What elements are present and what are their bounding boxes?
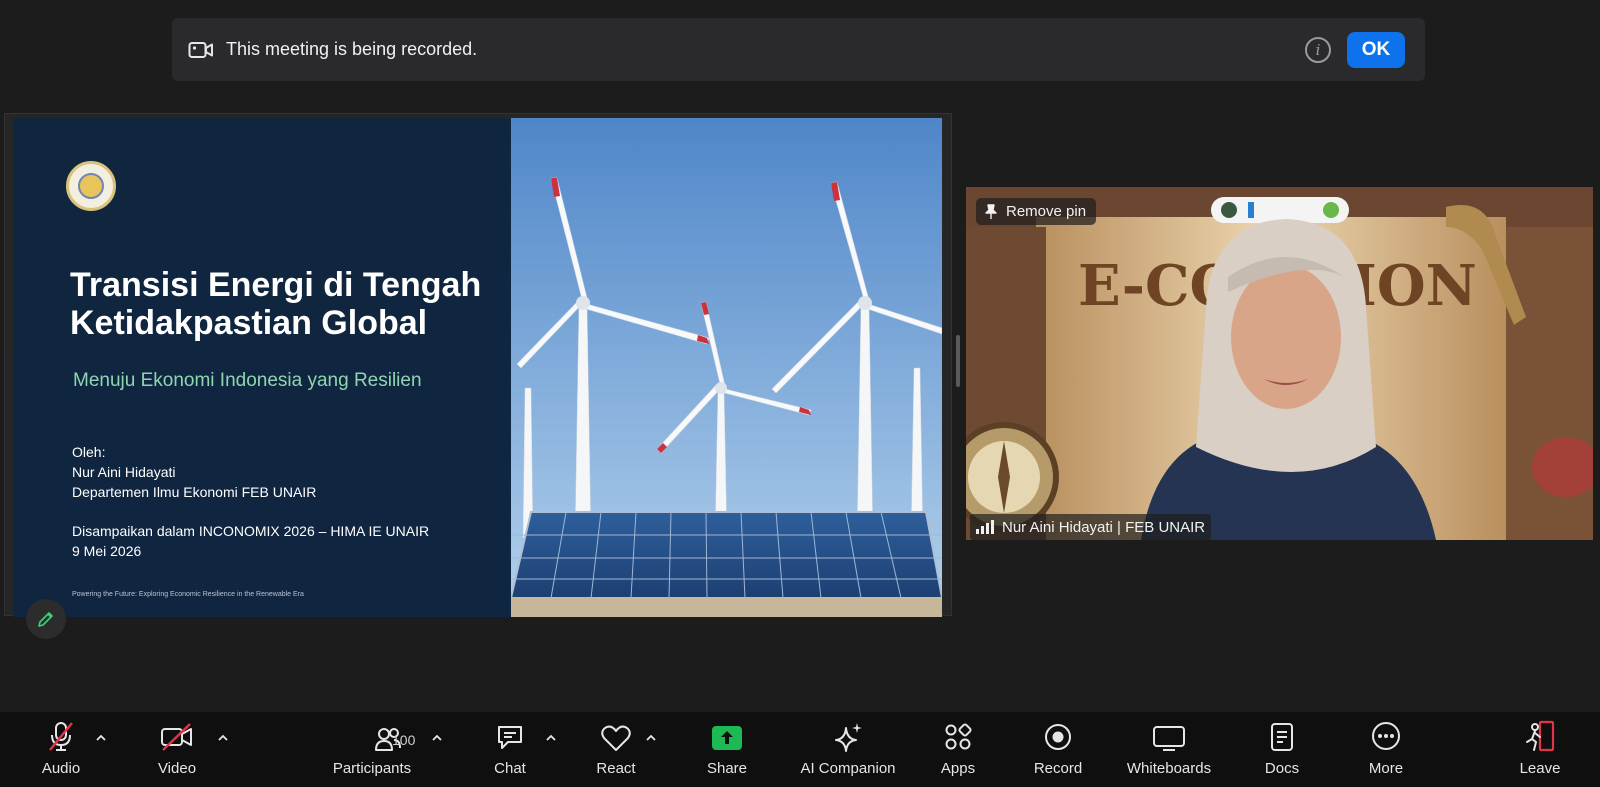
signal-strength-icon bbox=[976, 520, 994, 534]
record-label: Record bbox=[1033, 760, 1083, 777]
more-dots-icon bbox=[1372, 722, 1400, 750]
slide-title: Transisi Energi di Tengah Ketidakpastian… bbox=[70, 266, 482, 342]
whiteboards-label: Whiteboards bbox=[1126, 760, 1212, 777]
recording-camera-icon bbox=[188, 41, 213, 58]
whiteboard-icon bbox=[1153, 726, 1185, 751]
annotate-pen-button[interactable] bbox=[26, 599, 66, 639]
whiteboards-button[interactable]: Whiteboards bbox=[1124, 712, 1214, 787]
meeting-toolbar: Audio Video Participants 100 Chat React … bbox=[0, 712, 1600, 787]
participant-video-feed: E-CON TION bbox=[966, 187, 1593, 540]
ai-companion-button[interactable]: AI Companion bbox=[798, 712, 898, 787]
video-label: Video bbox=[157, 760, 197, 777]
presentation-slide: Transisi Energi di Tengah Ketidakpastian… bbox=[13, 118, 942, 617]
chat-button[interactable]: Chat bbox=[488, 712, 532, 787]
slide-body: Oleh: Nur Aini Hidayati Departemen Ilmu … bbox=[72, 442, 429, 561]
react-options-chevron-up-icon[interactable] bbox=[644, 731, 658, 745]
slide-text-panel: Transisi Energi di Tengah Ketidakpastian… bbox=[13, 118, 509, 617]
react-button[interactable]: React bbox=[590, 712, 642, 787]
panel-resize-handle[interactable] bbox=[956, 335, 960, 387]
event-line: Disampaikan dalam INCONOMIX 2026 – HIMA … bbox=[72, 523, 430, 539]
participant-video-tile[interactable]: E-CON TION Remove pin Nur Aini Hidayati … bbox=[966, 187, 1593, 540]
audio-options-chevron-up-icon[interactable] bbox=[94, 731, 108, 745]
microphone-muted-icon bbox=[49, 722, 73, 751]
video-camera-off-icon bbox=[161, 723, 192, 751]
apps-button[interactable]: Apps bbox=[938, 712, 978, 787]
recording-message: This meeting is being recorded. bbox=[226, 39, 478, 59]
participants-button[interactable]: Participants bbox=[326, 712, 418, 787]
audio-label: Audio bbox=[41, 760, 81, 777]
chat-label: Chat bbox=[494, 760, 526, 777]
more-button[interactable]: More bbox=[1366, 712, 1406, 787]
slide-footer: Powering the Future: Exploring Economic … bbox=[72, 591, 304, 598]
pencil-icon bbox=[38, 612, 53, 627]
remove-pin-button[interactable]: Remove pin bbox=[976, 198, 1097, 225]
video-button[interactable]: Video bbox=[150, 712, 204, 787]
share-label: Share bbox=[706, 760, 748, 777]
ai-sparkle-icon bbox=[835, 723, 862, 752]
video-options-chevron-up-icon[interactable] bbox=[216, 731, 230, 745]
more-label: More bbox=[1368, 760, 1404, 777]
by-label: Oleh: bbox=[72, 444, 106, 460]
slide-subtitle: Menuju Ekonomi Indonesia yang Resilien bbox=[73, 370, 422, 391]
university-logo bbox=[66, 161, 116, 211]
apps-grid-icon bbox=[945, 723, 972, 750]
department: Departemen Ilmu Ekonomi FEB UNAIR bbox=[72, 484, 317, 500]
record-button[interactable]: Record bbox=[1032, 712, 1084, 787]
zoom-meeting-window: This meeting is being recorded. i OK Tra… bbox=[0, 0, 1600, 787]
participant-count: 100 bbox=[392, 732, 416, 748]
record-icon bbox=[1045, 724, 1071, 750]
shared-screen: Transisi Energi di Tengah Ketidakpastian… bbox=[4, 113, 952, 617]
audio-button[interactable]: Audio bbox=[36, 712, 86, 787]
leave-exit-icon bbox=[1526, 720, 1555, 752]
author-name: Nur Aini Hidayati bbox=[72, 464, 176, 480]
pin-icon bbox=[985, 203, 997, 219]
recording-banner: This meeting is being recorded. i OK bbox=[172, 18, 1425, 81]
info-icon[interactable]: i bbox=[1305, 36, 1331, 63]
document-icon bbox=[1271, 723, 1293, 751]
leave-label: Leave bbox=[1519, 760, 1561, 777]
chat-options-chevron-up-icon[interactable] bbox=[544, 731, 558, 745]
docs-label: Docs bbox=[1264, 760, 1300, 777]
share-button[interactable]: Share bbox=[704, 712, 750, 787]
chat-bubble-icon bbox=[498, 726, 522, 749]
ai-companion-label: AI Companion bbox=[800, 760, 896, 777]
remove-pin-label: Remove pin bbox=[1006, 203, 1087, 220]
leave-button[interactable]: Leave bbox=[1520, 712, 1560, 787]
event-date: 9 Mei 2026 bbox=[72, 543, 142, 559]
heart-icon bbox=[601, 725, 631, 751]
apps-label: Apps bbox=[940, 760, 976, 777]
participants-options-chevron-up-icon[interactable] bbox=[430, 731, 444, 745]
participants-label: Participants bbox=[332, 760, 412, 777]
ok-button[interactable]: OK bbox=[1347, 31, 1405, 68]
participant-name-tag: Nur Aini Hidayati | FEB UNAIR bbox=[970, 514, 1212, 540]
wind-solar-image bbox=[511, 118, 942, 617]
share-screen-icon bbox=[712, 726, 742, 750]
docs-button[interactable]: Docs bbox=[1264, 712, 1300, 787]
react-label: React bbox=[596, 760, 636, 777]
participant-name: Nur Aini Hidayati | FEB UNAIR bbox=[1002, 518, 1206, 536]
